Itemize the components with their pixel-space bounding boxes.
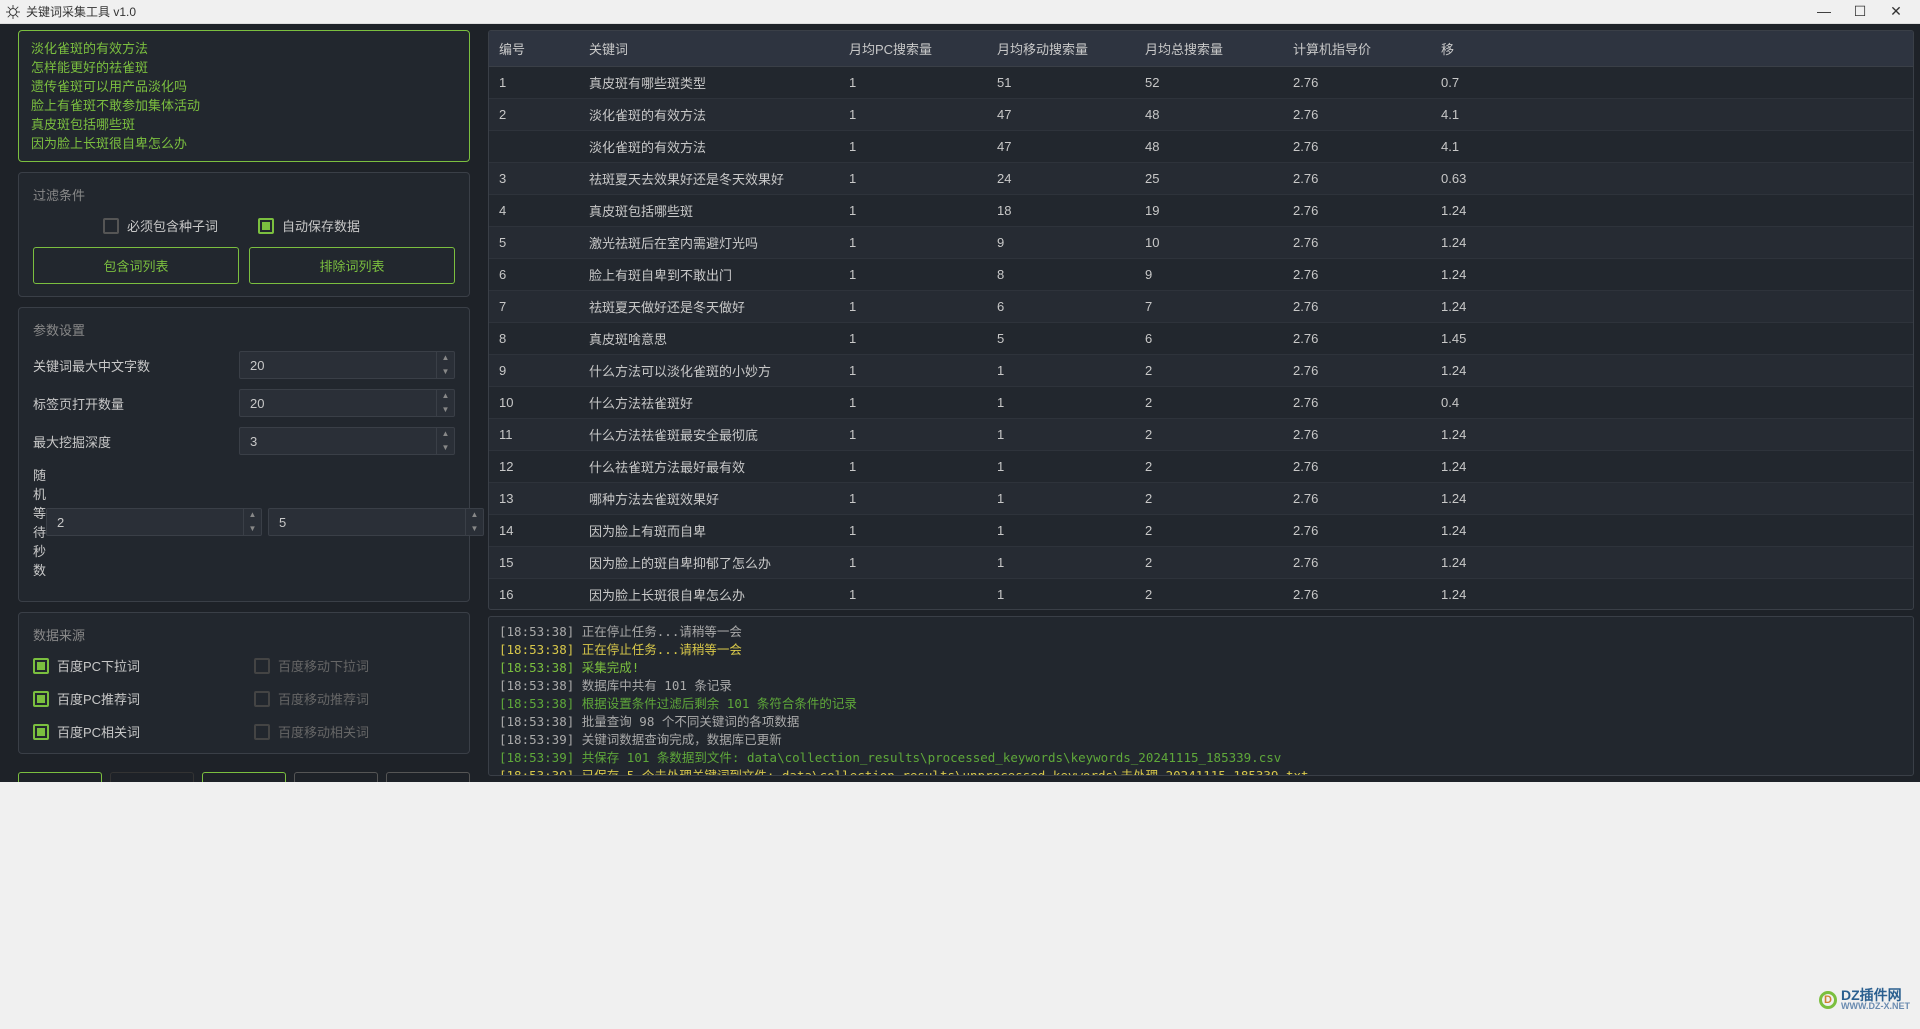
auto-save-checkbox[interactable]: 自动保存数据	[258, 216, 360, 235]
maximize-button[interactable]: ☐	[1850, 3, 1870, 20]
watermark-badge-icon: D	[1819, 991, 1837, 1009]
log-line: [18:53:38] 批量查询 98 个不同关键词的各项数据	[499, 713, 1903, 731]
table-row[interactable]: 淡化雀斑的有效方法147482.764.1	[489, 131, 1913, 163]
table-row[interactable]: 13哪种方法去雀斑效果好1122.761.24	[489, 483, 1913, 515]
param-label: 标签页打开数量	[33, 394, 239, 413]
params-section-title: 参数设置	[33, 320, 455, 339]
log-line: [18:53:39] 关键词数据查询完成，数据库已更新	[499, 731, 1903, 749]
source-checkbox: 百度移动推荐词	[254, 689, 455, 708]
table-row[interactable]: 1真皮斑有哪些斑类型151522.760.7	[489, 67, 1913, 99]
table-header[interactable]: 编号	[489, 31, 579, 67]
source-checkbox[interactable]: 百度PC相关词	[33, 722, 234, 741]
spin-up-icon[interactable]: ▲	[437, 351, 454, 365]
execute-button[interactable]: 执行任务	[18, 772, 102, 782]
table-row[interactable]: 4真皮斑包括哪些斑118192.761.24	[489, 195, 1913, 227]
action-row: 执行任务 停止任务 清空日志 存档目录 数据目录	[18, 764, 470, 782]
seed-keyword: 真皮斑包括哪些斑	[31, 115, 457, 134]
log-line: [18:53:39] 已保存 5 个未处理关键词到文件: data\collec…	[499, 767, 1903, 776]
stop-button: 停止任务	[110, 772, 194, 782]
seed-keyword: 脸上有雀斑不敢参加集体活动	[31, 96, 457, 115]
sources-section-title: 数据来源	[33, 625, 455, 644]
spin-up-icon[interactable]: ▲	[437, 427, 454, 441]
table-row[interactable]: 12什么祛雀斑方法最好最有效1122.761.24	[489, 451, 1913, 483]
spin-down-icon[interactable]: ▼	[244, 522, 261, 536]
right-panel: 编号关键词月均PC搜索量月均移动搜索量月均总搜索量计算机指导价移 1真皮斑有哪些…	[488, 24, 1920, 782]
random-wait-to-input[interactable]: ▲▼	[268, 508, 484, 536]
table-row[interactable]: 6脸上有斑自卑到不敢出门1892.761.24	[489, 259, 1913, 291]
table-row[interactable]: 9什么方法可以淡化雀斑的小妙方1122.761.24	[489, 355, 1913, 387]
source-checkbox[interactable]: 百度PC下拉词	[33, 656, 234, 675]
source-checkbox: 百度移动相关词	[254, 722, 455, 741]
table-row[interactable]: 7祛斑夏天做好还是冬天做好1672.761.24	[489, 291, 1913, 323]
source-checkbox[interactable]: 百度PC推荐词	[33, 689, 234, 708]
exclude-words-button[interactable]: 排除词列表	[249, 247, 455, 284]
archive-dir-button[interactable]: 存档目录	[294, 772, 378, 782]
titlebar: 关键词采集工具 v1.0 — ☐ ✕	[0, 0, 1920, 24]
log-line: [18:53:38] 采集完成!	[499, 659, 1903, 677]
spin-up-icon[interactable]: ▲	[244, 508, 261, 522]
seed-keyword: 淡化雀斑的有效方法	[31, 39, 457, 58]
log-line: [18:53:38] 正在停止任务...请稍等一会	[499, 623, 1903, 641]
table-header[interactable]: 月均移动搜索量	[987, 31, 1135, 67]
table-row[interactable]: 16因为脸上长斑很自卑怎么办1122.761.24	[489, 579, 1913, 611]
table-header[interactable]: 移	[1431, 31, 1913, 67]
table-header[interactable]: 关键词	[579, 31, 839, 67]
table-row[interactable]: 2淡化雀斑的有效方法147482.764.1	[489, 99, 1913, 131]
table-header[interactable]: 月均总搜索量	[1135, 31, 1283, 67]
filter-section: 过滤条件 必须包含种子词 自动保存数据 包含词列表 排除词列表	[18, 172, 470, 297]
table-row[interactable]: 14因为脸上有斑而自卑1122.761.24	[489, 515, 1913, 547]
log-line: [18:53:38] 数据库中共有 101 条记录	[499, 677, 1903, 695]
spin-up-icon[interactable]: ▲	[466, 508, 483, 522]
include-words-button[interactable]: 包含词列表	[33, 247, 239, 284]
must-contain-seed-checkbox[interactable]: 必须包含种子词	[103, 216, 218, 235]
results-table[interactable]: 编号关键词月均PC搜索量月均移动搜索量月均总搜索量计算机指导价移 1真皮斑有哪些…	[489, 31, 1913, 610]
table-row[interactable]: 11什么方法祛雀斑最安全最彻底1122.761.24	[489, 419, 1913, 451]
param-input-1[interactable]: ▲▼	[239, 389, 455, 417]
seed-keywords-box[interactable]: 淡化雀斑的有效方法怎样能更好的祛雀斑遗传雀斑可以用产品淡化吗脸上有雀斑不敢参加集…	[18, 30, 470, 162]
table-row[interactable]: 3祛斑夏天去效果好还是冬天效果好124252.760.63	[489, 163, 1913, 195]
app-icon	[6, 5, 20, 19]
table-header[interactable]: 月均PC搜索量	[839, 31, 987, 67]
table-row[interactable]: 15因为脸上的斑自卑抑郁了怎么办1122.761.24	[489, 547, 1913, 579]
table-row[interactable]: 5激光祛斑后在室内需避灯光吗19102.761.24	[489, 227, 1913, 259]
source-checkbox: 百度移动下拉词	[254, 656, 455, 675]
watermark: D DZ插件网 WWW.DZ-X.NET	[1819, 988, 1910, 1011]
sources-section: 数据来源 百度PC下拉词 百度移动下拉词百度PC推荐词 百度移动推荐词百度PC相关词…	[18, 612, 470, 754]
seed-keyword: 因为脸上长斑很自卑怎么办	[31, 134, 457, 153]
random-wait-from-input[interactable]: ▲▼	[46, 508, 262, 536]
param-input-2[interactable]: ▲▼	[239, 427, 455, 455]
window-title: 关键词采集工具 v1.0	[26, 3, 1814, 20]
data-dir-button[interactable]: 数据目录	[386, 772, 470, 782]
spin-up-icon[interactable]: ▲	[437, 389, 454, 403]
spin-down-icon[interactable]: ▼	[437, 441, 454, 455]
param-label: 最大挖掘深度	[33, 432, 239, 451]
minimize-button[interactable]: —	[1814, 3, 1834, 20]
param-label: 关键词最大中文字数	[33, 356, 239, 375]
spin-down-icon[interactable]: ▼	[437, 403, 454, 417]
param-input-0[interactable]: ▲▼	[239, 351, 455, 379]
log-line: [18:53:38] 根据设置条件过滤后剩余 101 条符合条件的记录	[499, 695, 1903, 713]
random-wait-label: 随机等待秒数	[33, 465, 46, 579]
log-line: [18:53:38] 正在停止任务...请稍等一会	[499, 641, 1903, 659]
seed-keyword: 遗传雀斑可以用产品淡化吗	[31, 77, 457, 96]
left-panel: 淡化雀斑的有效方法怎样能更好的祛雀斑遗传雀斑可以用产品淡化吗脸上有雀斑不敢参加集…	[0, 24, 488, 782]
spin-down-icon[interactable]: ▼	[437, 365, 454, 379]
clear-log-button[interactable]: 清空日志	[202, 772, 286, 782]
params-section: 参数设置 关键词最大中文字数▲▼标签页打开数量▲▼最大挖掘深度▲▼ 随机等待秒数…	[18, 307, 470, 602]
results-table-container: 编号关键词月均PC搜索量月均移动搜索量月均总搜索量计算机指导价移 1真皮斑有哪些…	[488, 30, 1914, 610]
seed-keyword: 怎样能更好的祛雀斑	[31, 58, 457, 77]
filter-section-title: 过滤条件	[33, 185, 455, 204]
table-row[interactable]: 8真皮斑啥意思1562.761.45	[489, 323, 1913, 355]
spin-down-icon[interactable]: ▼	[466, 522, 483, 536]
log-line: [18:53:39] 共保存 101 条数据到文件: data\collecti…	[499, 749, 1903, 767]
log-panel[interactable]: [18:53:38] 正在停止任务...请稍等一会[18:53:38] 正在停止…	[488, 616, 1914, 776]
close-button[interactable]: ✕	[1886, 3, 1906, 20]
table-header[interactable]: 计算机指导价	[1283, 31, 1431, 67]
table-row[interactable]: 10什么方法祛雀斑好1122.760.4	[489, 387, 1913, 419]
